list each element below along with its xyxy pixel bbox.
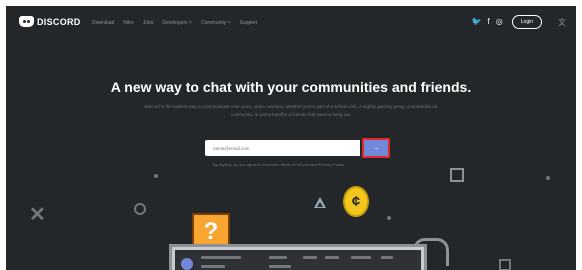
app-preview-bar [351,256,371,259]
nav-link-developers[interactable]: Developers ˅ [162,20,192,26]
app-preview-screen [175,250,421,270]
hero-subtext: Discord is the easiest way to communicat… [144,104,438,117]
circle-decoration-icon [134,203,146,215]
app-preview-bar [381,256,393,259]
question-glyph: ? [203,218,219,245]
login-button[interactable]: Login [511,15,542,29]
coin-icon: ¢ [343,186,369,217]
nav-link-download[interactable]: Download [92,20,114,26]
nav-links: Download Nitro Jobs Developers ˅ Communi… [92,20,257,26]
email-signup-form: → [205,138,390,158]
app-preview-bar [303,256,317,259]
language-icon[interactable]: 文 [558,17,566,28]
nav-link-jobs[interactable]: Jobs [143,20,154,26]
square-decoration-icon [499,259,511,270]
discord-logo-icon [19,16,34,27]
twitter-icon[interactable]: 🐦 [472,17,482,27]
app-preview-bar [325,256,339,259]
brand-name: DISCORD [37,16,81,27]
app-preview-bar [201,256,241,259]
dot-decoration-icon [154,174,158,178]
discord-homepage: DISCORD Download Nitro Jobs Developers ˅… [6,6,576,270]
nav-link-support[interactable]: Support [240,20,258,26]
square-decoration-icon [450,168,464,182]
email-input[interactable] [205,140,360,156]
nav-right: 🐦 f ◎ Login 文 [472,15,566,29]
app-preview-bar [269,256,287,259]
email-submit-button[interactable]: → [362,138,390,158]
x-decoration-icon: ✕ [29,204,46,226]
arrow-right-icon: → [372,144,380,152]
signup-fine-print: By signing up, you agree to Discord’s Te… [213,162,345,167]
app-preview-illustration [169,244,427,270]
dot-decoration-icon [546,176,550,180]
app-preview-bar [201,265,225,268]
app-preview-bar [269,265,291,268]
discord-logo[interactable]: DISCORD [19,16,81,27]
instagram-icon[interactable]: ◎ [496,17,503,27]
top-nav: DISCORD Download Nitro Jobs Developers ˅… [6,6,576,40]
hero-headline: A new way to chat with your communities … [110,79,472,95]
triangle-decoration-inner [317,202,323,207]
dot-decoration-icon [387,216,391,220]
nav-link-nitro[interactable]: Nitro [123,20,134,26]
server-icon [181,258,193,270]
nav-link-community[interactable]: Community ˅ [201,20,231,26]
coin-glyph: ¢ [351,193,361,210]
facebook-icon[interactable]: f [488,17,490,27]
